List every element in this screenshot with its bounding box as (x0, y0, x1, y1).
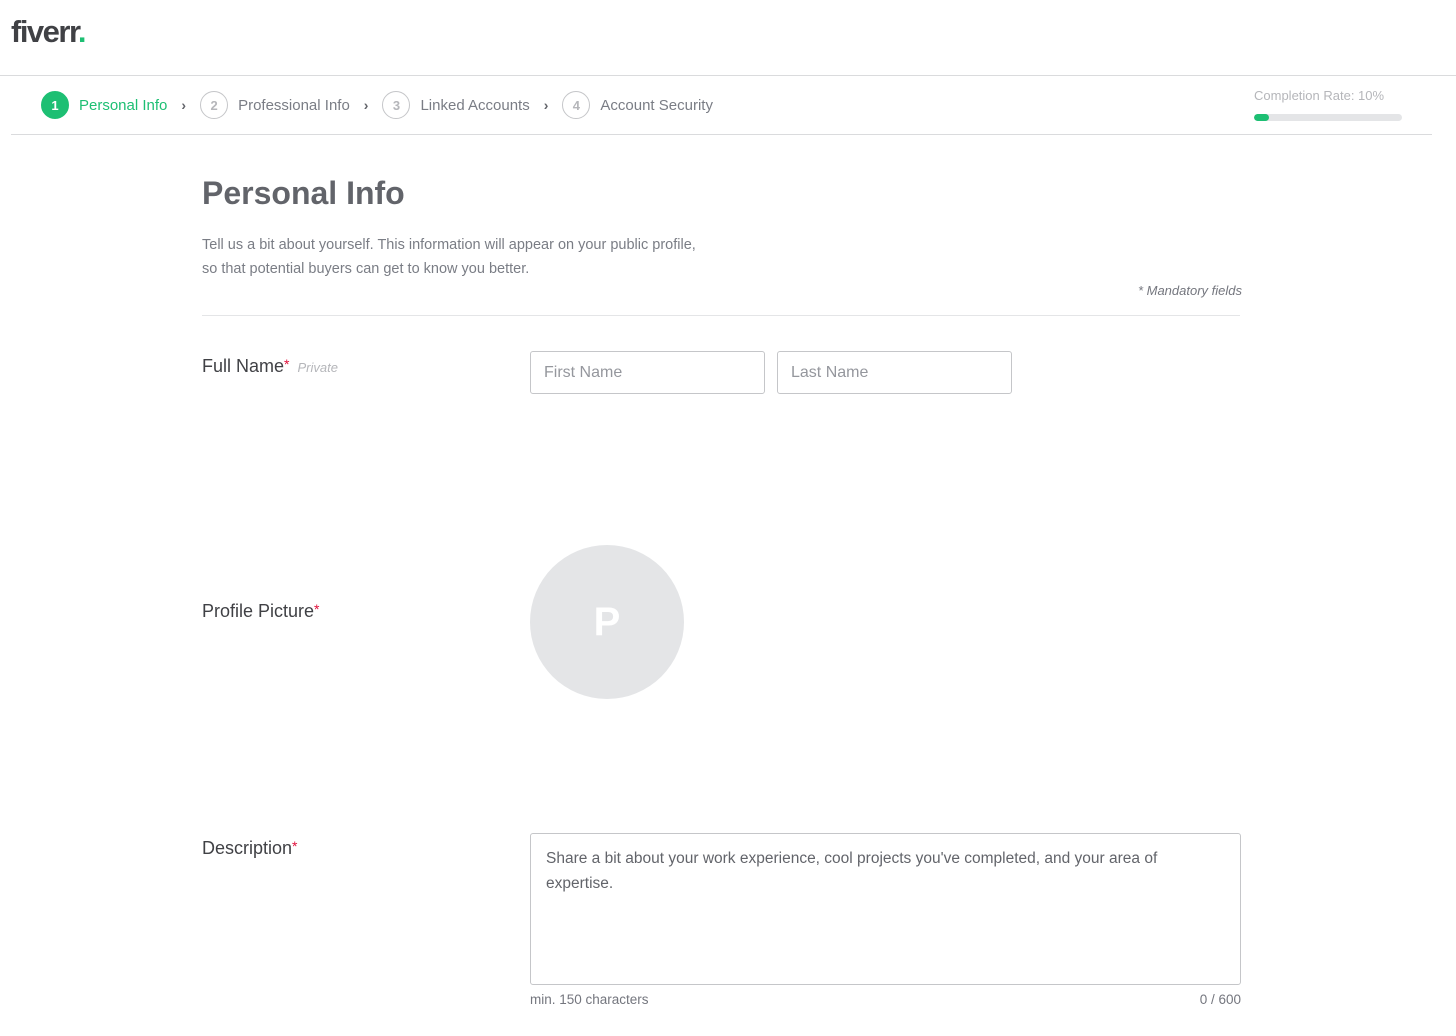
profile-picture-upload[interactable]: P (530, 545, 684, 699)
step-account-security[interactable]: 4 Account Security (562, 91, 713, 119)
logo-text: fiverr (11, 14, 79, 49)
step-number-badge: 1 (41, 91, 69, 119)
fiverr-logo[interactable]: fiverr. (11, 14, 87, 50)
section-divider (202, 315, 1240, 316)
onboarding-steps: 1 Personal Info › 2 Professional Info › … (41, 90, 713, 120)
logo-dot: . (77, 14, 87, 49)
completion-rate-label: Completion Rate: 10% (1254, 88, 1385, 103)
avatar-initial: P (593, 599, 621, 644)
step-linked-accounts[interactable]: 3 Linked Accounts (382, 91, 530, 119)
full-name-label-text: Full Name (202, 356, 285, 376)
description-label-text: Description (202, 838, 293, 858)
profile-picture-label-text: Profile Picture (202, 601, 315, 621)
completion-progress-bar (1254, 114, 1402, 121)
step-professional-info[interactable]: 2 Professional Info (200, 91, 350, 119)
description-textarea[interactable] (530, 833, 1241, 985)
steps-divider (11, 134, 1432, 135)
private-tag: Private (297, 360, 338, 375)
step-label: Account Security (600, 96, 713, 114)
completion-rate: Completion Rate: 10% (1254, 88, 1402, 121)
last-name-input[interactable] (777, 351, 1012, 394)
mandatory-fields-note: * Mandatory fields (1137, 283, 1242, 298)
step-number-badge: 3 (382, 91, 411, 119)
profile-picture-label: Profile Picture* (202, 601, 320, 622)
description-char-counter: 0 / 600 (1199, 992, 1241, 1007)
step-number-badge: 4 (562, 91, 591, 119)
description-min-hint: min. 150 characters (530, 992, 649, 1007)
chevron-right-icon: › (181, 97, 187, 113)
page-subtitle: Tell us a bit about yourself. This infor… (202, 237, 696, 277)
chevron-right-icon: › (543, 97, 549, 113)
full-name-label: Full Name* Private (202, 356, 338, 377)
required-asterisk: * (314, 601, 320, 617)
description-label: Description* (202, 838, 298, 859)
step-label: Professional Info (238, 96, 350, 114)
first-name-input[interactable] (530, 351, 765, 394)
step-label: Personal Info (79, 96, 168, 114)
step-label: Linked Accounts (420, 96, 530, 114)
header-divider (0, 75, 1456, 76)
step-number-badge: 2 (200, 91, 229, 119)
completion-progress-fill (1254, 114, 1269, 121)
chevron-right-icon: › (363, 97, 369, 113)
step-personal-info[interactable]: 1 Personal Info (41, 91, 167, 119)
page-title: Personal Info (202, 175, 405, 211)
required-asterisk: * (292, 838, 298, 854)
required-asterisk: * (284, 356, 290, 372)
